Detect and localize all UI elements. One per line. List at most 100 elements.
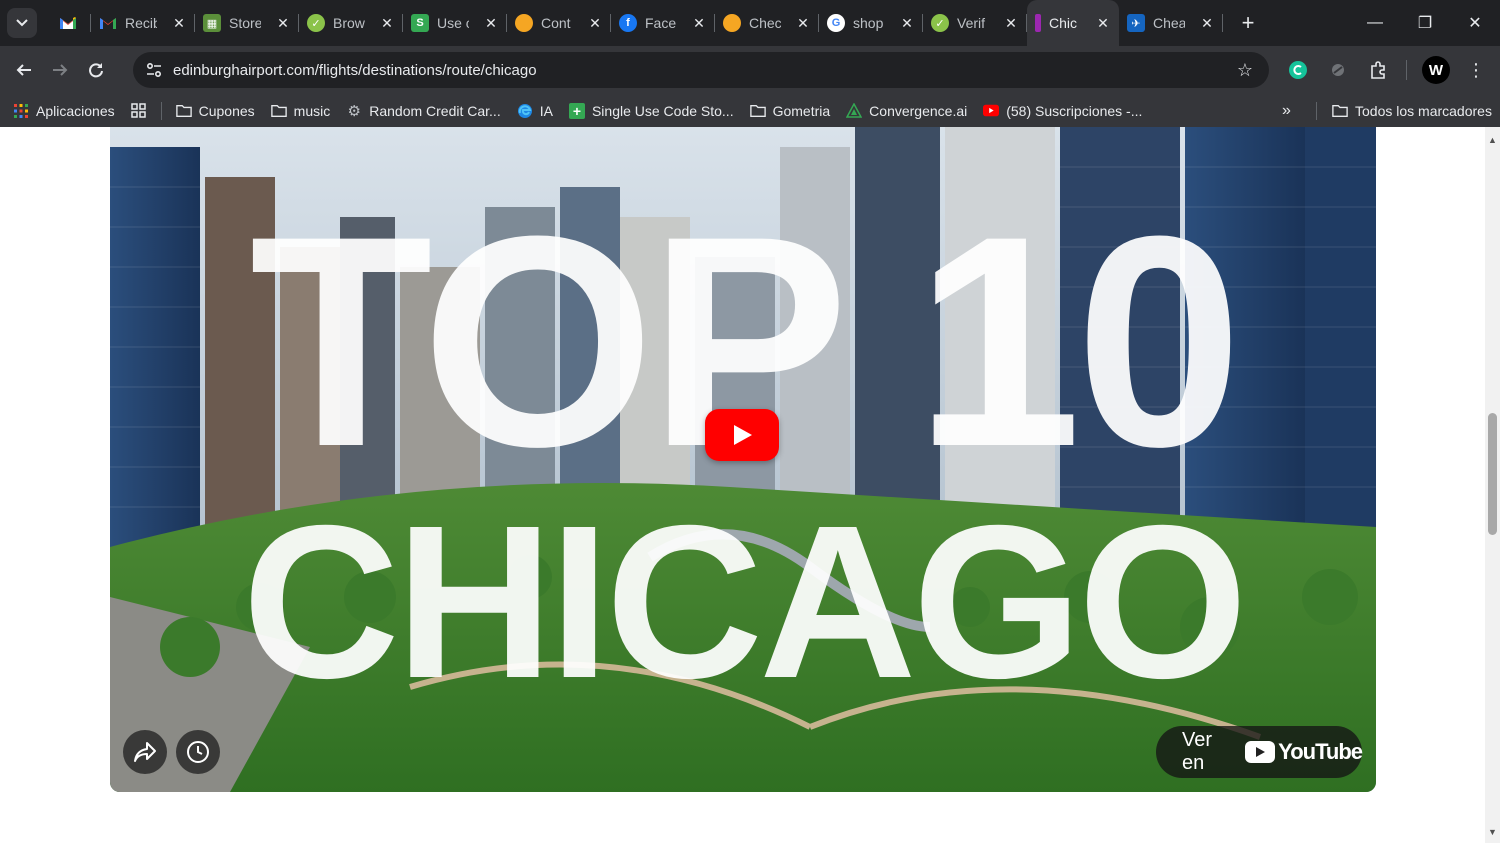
scroll-down-arrow-icon[interactable]: ▼ bbox=[1488, 827, 1497, 837]
bookmark-grid[interactable] bbox=[123, 97, 155, 125]
bookmark-convergence[interactable]: Convergence.ai bbox=[838, 97, 975, 125]
extensions-puzzle-icon[interactable] bbox=[1364, 56, 1392, 84]
all-bookmarks-button[interactable]: Todos los marcadores bbox=[1324, 97, 1500, 125]
bookmarks-bar: Aplicaciones Cupones music ⚙ Random Cred… bbox=[0, 94, 1500, 127]
reload-button[interactable] bbox=[78, 52, 114, 88]
bookmark-apps[interactable]: Aplicaciones bbox=[5, 97, 123, 125]
bookmark-label: Gometria bbox=[772, 102, 831, 119]
close-icon[interactable]: ✕ bbox=[275, 15, 291, 32]
tab-title: Cont bbox=[541, 15, 571, 31]
tab-store[interactable]: ▦ Store ✕ bbox=[195, 0, 299, 46]
google-icon: G bbox=[827, 14, 845, 32]
youtube-play-icon bbox=[1245, 741, 1276, 763]
check-circle-icon: ✓ bbox=[931, 14, 949, 32]
tab-title: Store bbox=[229, 15, 261, 31]
youtube-embed[interactable]: TOP 10 CHICAGO Ver en YouTube bbox=[110, 127, 1376, 792]
bookmark-ia[interactable]: IA bbox=[509, 97, 561, 125]
url-text: edinburghairport.com/flights/destination… bbox=[173, 61, 537, 79]
bookmark-folder-cupones[interactable]: Cupones bbox=[168, 97, 263, 125]
tab-use[interactable]: S Use c ✕ bbox=[403, 0, 507, 46]
folder-icon bbox=[1332, 103, 1348, 119]
minimize-button[interactable]: — bbox=[1350, 0, 1400, 46]
tab-chec[interactable]: Chec ✕ bbox=[715, 0, 819, 46]
bookmark-random-credit-card[interactable]: ⚙ Random Credit Car... bbox=[338, 97, 509, 125]
tab-facebook[interactable]: f Facel ✕ bbox=[611, 0, 715, 46]
close-icon[interactable]: ✕ bbox=[379, 15, 395, 32]
folder-icon bbox=[270, 103, 287, 119]
scrollbar-thumb[interactable] bbox=[1488, 413, 1497, 535]
thumbnail-line2: CHICAGO bbox=[242, 481, 1243, 724]
tab-chea[interactable]: ✈ Chea ✕ bbox=[1119, 0, 1223, 46]
honey-icon bbox=[723, 14, 741, 32]
check-circle-icon: ✓ bbox=[307, 14, 325, 32]
tab-strip: Recib ✕ ▦ Store ✕ ✓ Brow ✕ S Use c ✕ Con… bbox=[0, 0, 1500, 46]
bookmarks-overflow-button[interactable]: » bbox=[1274, 97, 1299, 125]
close-icon[interactable]: ✕ bbox=[899, 15, 915, 32]
edge-icon bbox=[517, 103, 533, 119]
tab-gmail[interactable] bbox=[51, 0, 91, 46]
bookmarks-divider bbox=[1316, 101, 1317, 120]
tab-recib[interactable]: Recib ✕ bbox=[91, 0, 195, 46]
chevron-down-icon bbox=[16, 19, 28, 27]
address-bar[interactable]: edinburghairport.com/flights/destination… bbox=[133, 52, 1269, 88]
tab-verif[interactable]: ✓ Verif ✕ bbox=[923, 0, 1027, 46]
share-button[interactable] bbox=[123, 730, 167, 774]
profile-avatar[interactable]: W bbox=[1422, 56, 1450, 84]
page-scrollbar[interactable]: ▲ ▼ bbox=[1485, 127, 1500, 843]
bookmark-label: IA bbox=[539, 102, 553, 119]
convergence-icon bbox=[846, 102, 863, 119]
restore-button[interactable]: ❐ bbox=[1400, 0, 1450, 46]
tab-search-button[interactable] bbox=[7, 8, 37, 38]
arrow-left-icon bbox=[16, 64, 31, 76]
forward-button[interactable] bbox=[42, 52, 78, 88]
tab-cont[interactable]: Cont ✕ bbox=[507, 0, 611, 46]
bookmark-label: Random Credit Car... bbox=[369, 102, 501, 119]
tab-chicago-active[interactable]: Chic ✕ bbox=[1027, 0, 1119, 46]
close-icon[interactable]: ✕ bbox=[1199, 15, 1215, 32]
plus-icon: + bbox=[568, 102, 585, 119]
watch-on-label: Ver en bbox=[1182, 729, 1213, 774]
youtube-icon bbox=[983, 103, 1000, 119]
close-icon[interactable]: ✕ bbox=[483, 15, 499, 32]
arrow-right-icon bbox=[53, 64, 68, 76]
tab-brow[interactable]: ✓ Brow ✕ bbox=[299, 0, 403, 46]
bookmark-label: Aplicaciones bbox=[36, 102, 115, 119]
scroll-up-arrow-icon[interactable]: ▲ bbox=[1488, 135, 1497, 145]
toolbar-divider bbox=[1406, 60, 1407, 80]
bookmark-folder-music[interactable]: music bbox=[263, 97, 339, 125]
close-icon[interactable]: ✕ bbox=[1095, 15, 1111, 32]
folder-icon bbox=[175, 103, 192, 119]
new-tab-button[interactable]: + bbox=[1235, 10, 1261, 36]
close-icon[interactable]: ✕ bbox=[587, 15, 603, 32]
site-info-icon[interactable] bbox=[137, 63, 171, 77]
bookmark-star-icon[interactable]: ☆ bbox=[1237, 60, 1253, 81]
extension-leaf-icon[interactable] bbox=[1324, 56, 1352, 84]
apps-grid-icon bbox=[13, 103, 29, 119]
window-controls: — ❐ ✕ bbox=[1350, 0, 1500, 46]
play-button[interactable] bbox=[705, 409, 779, 461]
browser-toolbar: edinburghairport.com/flights/destination… bbox=[0, 46, 1500, 94]
watch-on-youtube-button[interactable]: Ver en YouTube bbox=[1156, 726, 1363, 778]
page-content: TOP 10 CHICAGO Ver en YouTube bbox=[0, 127, 1485, 843]
bookmark-youtube-subscriptions[interactable]: (58) Suscripciones -... bbox=[975, 97, 1150, 125]
double-chevron-right-icon: » bbox=[1282, 101, 1291, 119]
close-icon[interactable]: ✕ bbox=[1003, 15, 1019, 32]
back-button[interactable] bbox=[6, 52, 42, 88]
gmail-icon bbox=[99, 14, 117, 32]
close-window-button[interactable]: ✕ bbox=[1450, 0, 1500, 46]
plane-icon: ✈ bbox=[1127, 14, 1145, 32]
tab-title: Verif bbox=[957, 15, 986, 31]
share-arrow-icon bbox=[134, 742, 156, 762]
bookmark-single-use-code[interactable]: + Single Use Code Sto... bbox=[561, 97, 742, 125]
airport-icon bbox=[1035, 14, 1041, 32]
close-icon[interactable]: ✕ bbox=[691, 15, 707, 32]
bookmark-folder-gometria[interactable]: Gometria bbox=[742, 97, 839, 125]
watch-later-button[interactable] bbox=[176, 730, 220, 774]
grammarly-extension-icon[interactable] bbox=[1284, 56, 1312, 84]
close-icon[interactable]: ✕ bbox=[171, 15, 187, 32]
close-icon[interactable]: ✕ bbox=[795, 15, 811, 32]
tab-shop[interactable]: G shop ✕ bbox=[819, 0, 923, 46]
gmail-icon bbox=[59, 14, 77, 32]
bookmark-label: Single Use Code Sto... bbox=[591, 102, 734, 119]
kebab-menu-icon[interactable]: ⋮ bbox=[1462, 56, 1490, 84]
